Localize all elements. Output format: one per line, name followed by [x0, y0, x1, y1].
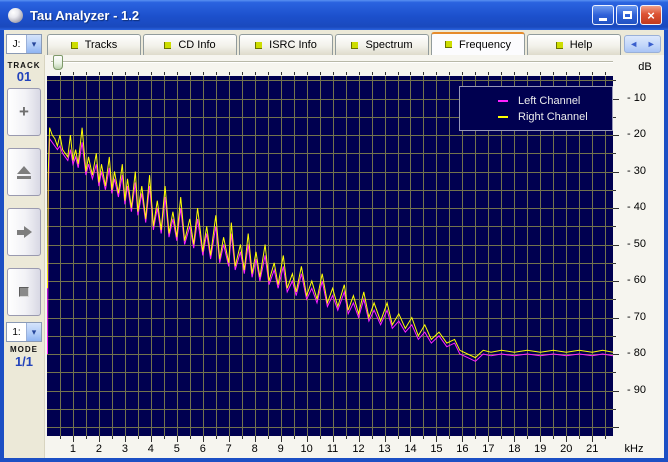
- frequency-panel: dB kHz 123456789101112131415161718192021…: [44, 55, 664, 458]
- x-tick-label: 3: [114, 443, 136, 455]
- content-area: J: ▾ Tracks CD Info ISRC Info Spectrum: [4, 30, 664, 458]
- x-tick-label: 7: [218, 443, 240, 455]
- tab-tracks[interactable]: Tracks: [47, 34, 141, 55]
- tab-spectrum[interactable]: Spectrum: [335, 34, 429, 55]
- tab-frequency[interactable]: Frequency: [431, 32, 525, 55]
- mode-combo[interactable]: 1: ▾: [6, 322, 42, 342]
- tab-flag-icon: [351, 42, 358, 49]
- tab-label: ISRC Info: [269, 39, 317, 51]
- mode-label: MODE: [4, 345, 44, 354]
- legend: Left Channel Right Channel: [459, 86, 613, 131]
- tab-help[interactable]: Help: [527, 34, 621, 55]
- legend-label: Right Channel: [518, 111, 588, 123]
- chevron-down-icon[interactable]: ▾: [26, 35, 41, 53]
- x-tick-label: 17: [477, 443, 499, 455]
- plus-icon: +: [19, 102, 29, 122]
- chevron-down-icon[interactable]: ▾: [26, 323, 41, 341]
- x-tick-label: 8: [244, 443, 266, 455]
- legend-item-right: Right Channel: [498, 111, 612, 123]
- right-channel-swatch: [498, 116, 508, 118]
- x-tick-label: 15: [425, 443, 447, 455]
- title-bar[interactable]: Tau Analyzer - 1.2 ×: [0, 0, 668, 30]
- tab-scroll-right-icon[interactable]: ►: [647, 39, 656, 49]
- drive-combo-value: J:: [7, 35, 26, 53]
- next-button[interactable]: [7, 208, 41, 256]
- x-tick-label: 11: [322, 443, 344, 455]
- y-tick-label: - 60: [627, 274, 661, 288]
- eject-icon: [17, 166, 31, 179]
- app-window: Tau Analyzer - 1.2 × J: ▾ Tracks CD Info…: [0, 0, 668, 462]
- app-icon: [8, 8, 23, 23]
- x-tick-label: 12: [348, 443, 370, 455]
- y-tick-label: - 80: [627, 347, 661, 361]
- stop-icon: [19, 287, 29, 297]
- mode-combo-value: 1:: [7, 323, 26, 341]
- minimize-icon: [599, 18, 607, 21]
- legend-item-left: Left Channel: [498, 95, 612, 107]
- tab-flag-icon: [71, 42, 78, 49]
- eject-button[interactable]: [7, 148, 41, 196]
- tab-label: Tracks: [85, 39, 118, 51]
- minimize-button[interactable]: [592, 5, 614, 25]
- tab-label: Spectrum: [365, 39, 412, 51]
- add-button[interactable]: +: [7, 88, 41, 136]
- x-axis-unit: kHz: [617, 443, 651, 455]
- tab-label: CD Info: [178, 39, 215, 51]
- stop-button[interactable]: [7, 268, 41, 316]
- x-tick-label: 10: [296, 443, 318, 455]
- tab-flag-icon: [445, 41, 452, 48]
- x-tick-label: 2: [88, 443, 110, 455]
- tab-flag-icon: [164, 42, 171, 49]
- y-tick-label: - 40: [627, 201, 661, 215]
- y-tick-label: - 90: [627, 384, 661, 398]
- tab-isrc-info[interactable]: ISRC Info: [239, 34, 333, 55]
- x-tick-label: 9: [270, 443, 292, 455]
- track-number: 01: [4, 69, 44, 84]
- x-tick-label: 5: [166, 443, 188, 455]
- legend-label: Left Channel: [518, 95, 580, 107]
- tab-cd-info[interactable]: CD Info: [143, 34, 237, 55]
- x-tick-label: 20: [555, 443, 577, 455]
- y-tick-label: - 70: [627, 311, 661, 325]
- tab-label: Help: [570, 39, 593, 51]
- close-button[interactable]: ×: [640, 5, 662, 25]
- x-tick-label: 16: [451, 443, 473, 455]
- tab-scroll-left-icon[interactable]: ◄: [629, 39, 638, 49]
- y-tick-label: - 10: [627, 92, 661, 106]
- maximize-button[interactable]: [616, 5, 638, 25]
- y-tick-label: - 30: [627, 165, 661, 179]
- tab-bar: Tracks CD Info ISRC Info Spectrum Freque…: [47, 34, 623, 55]
- left-channel-swatch: [498, 100, 508, 102]
- tab-scroll-buttons: ◄ ►: [624, 35, 661, 53]
- tab-flag-icon: [255, 42, 262, 49]
- y-axis-unit: dB: [629, 61, 661, 73]
- x-tick-label: 13: [374, 443, 396, 455]
- position-slider-track[interactable]: [51, 61, 613, 63]
- x-tick-label: 14: [399, 443, 421, 455]
- y-tick-label: - 20: [627, 128, 661, 142]
- x-tick-label: 4: [140, 443, 162, 455]
- y-tick-label: - 50: [627, 238, 661, 252]
- window-title: Tau Analyzer - 1.2: [30, 8, 590, 23]
- x-tick-label: 6: [192, 443, 214, 455]
- x-tick-label: 18: [503, 443, 525, 455]
- mode-value: 1/1: [4, 354, 44, 369]
- maximize-icon: [623, 11, 632, 19]
- drive-combo[interactable]: J: ▾: [6, 34, 42, 54]
- x-tick-label: 19: [529, 443, 551, 455]
- x-tick-label: 1: [62, 443, 84, 455]
- close-icon: ×: [647, 8, 655, 23]
- tab-label: Frequency: [459, 39, 511, 51]
- arrow-right-icon: [17, 226, 32, 238]
- x-tick-label: 21: [581, 443, 603, 455]
- tab-flag-icon: [556, 42, 563, 49]
